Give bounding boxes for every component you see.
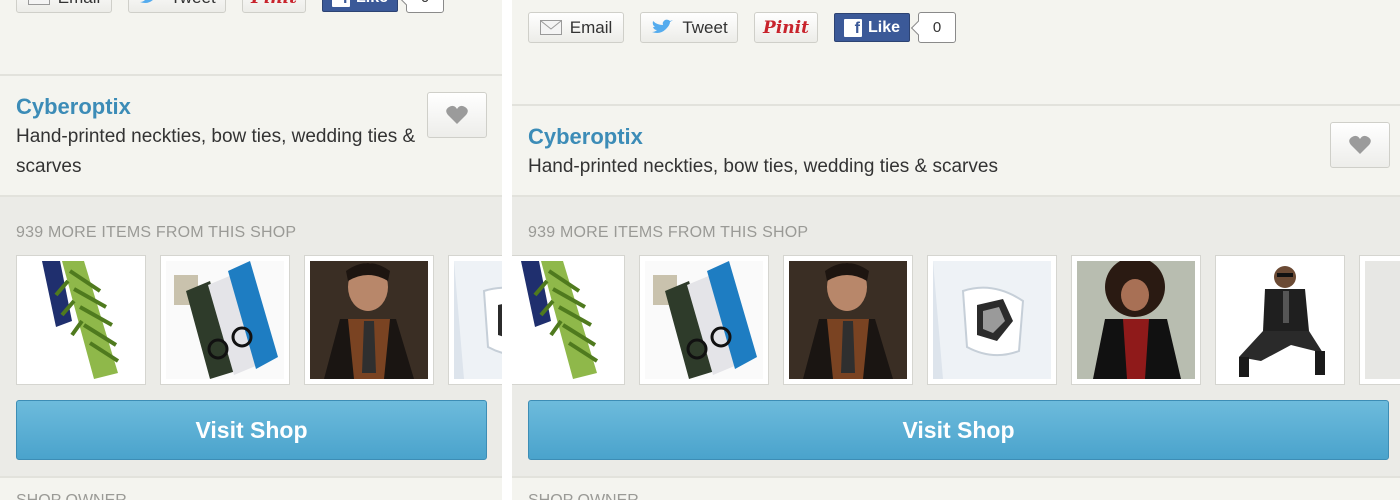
shop-name-link[interactable]: Cyberoptix (16, 94, 131, 120)
item-image (454, 261, 502, 379)
facebook-icon: f (843, 18, 862, 37)
narrow-layout-panel: Email Tweet Pinit f Like 0 Cyberoptix Ha… (0, 0, 502, 500)
pinterest-label: Pinit (763, 17, 809, 38)
item-image (1077, 261, 1195, 379)
facebook-like-button[interactable]: f Like (322, 0, 398, 12)
like-label: Like (356, 0, 388, 7)
pinterest-share-button[interactable]: Pinit (754, 12, 818, 43)
shop-description: Hand-printed neckties, bow ties, wedding… (16, 126, 416, 177)
item-thumbnail[interactable] (448, 255, 502, 385)
item-thumbnails (16, 255, 502, 385)
item-image (789, 261, 907, 379)
facebook-icon: f (331, 0, 350, 7)
divider (512, 104, 1400, 106)
pinterest-label: Pinit (251, 0, 297, 8)
like-count: 0 (918, 12, 956, 43)
item-image (1365, 261, 1400, 379)
more-items-label: 939 MORE ITEMS FROM THIS SHOP (528, 224, 809, 241)
item-thumbnails (512, 255, 1400, 385)
tweet-share-button[interactable]: Tweet (640, 12, 738, 43)
email-label: Email (58, 0, 101, 8)
pinterest-share-button[interactable]: Pinit (242, 0, 306, 13)
visit-shop-button[interactable]: Visit Shop (16, 400, 487, 460)
item-image (166, 261, 284, 379)
envelope-icon (27, 0, 50, 5)
tweet-label: Tweet (170, 0, 215, 8)
item-image (1221, 261, 1339, 379)
item-image (645, 261, 763, 379)
item-thumbnail[interactable] (512, 255, 625, 385)
email-label: Email (569, 17, 613, 37)
visit-shop-button[interactable]: Visit Shop (528, 400, 1389, 460)
item-thumbnail[interactable] (16, 255, 146, 385)
favorite-shop-button[interactable] (427, 92, 487, 138)
heart-icon (446, 105, 468, 124)
tweet-share-button[interactable]: Tweet (128, 0, 226, 13)
heart-icon (1349, 135, 1371, 154)
item-thumbnail[interactable] (927, 255, 1057, 385)
like-count-value: 0 (421, 0, 429, 6)
item-thumbnail[interactable] (639, 255, 769, 385)
tweet-label: Tweet (682, 17, 728, 37)
twitter-bird-icon (650, 19, 674, 37)
item-thumbnail[interactable] (1215, 255, 1345, 385)
divider (0, 74, 502, 76)
item-thumbnail[interactable] (160, 255, 290, 385)
item-thumbnail[interactable] (304, 255, 434, 385)
divider (0, 476, 502, 478)
item-thumbnail[interactable] (783, 255, 913, 385)
shop-description: Hand-printed neckties, bow ties, wedding… (528, 156, 998, 177)
email-share-button[interactable]: Email (16, 0, 112, 13)
item-thumbnail[interactable] (1071, 255, 1201, 385)
favorite-shop-button[interactable] (1330, 122, 1390, 168)
share-row: Email Tweet Pinit f Like 0 (528, 12, 956, 43)
like-count-value: 0 (932, 19, 942, 36)
share-row: Email Tweet Pinit f Like 0 (16, 0, 444, 13)
item-image (22, 261, 140, 379)
shop-name-link[interactable]: Cyberoptix (528, 124, 643, 150)
like-count: 0 (406, 0, 444, 13)
shop-owner-label: SHOP OWNER (528, 492, 639, 500)
item-image (512, 261, 619, 379)
divider (512, 476, 1400, 478)
like-label: Like (867, 18, 900, 36)
twitter-bird-icon (138, 0, 162, 7)
item-image (310, 261, 428, 379)
wide-layout-panel: Email Tweet Pinit f Like 0 Cyberoptix Ha… (512, 0, 1400, 500)
item-image (933, 261, 1051, 379)
email-share-button[interactable]: Email (528, 12, 624, 43)
more-items-label: 939 MORE ITEMS FROM THIS SHOP (16, 224, 297, 241)
shop-owner-label: SHOP OWNER (16, 492, 127, 500)
envelope-icon (539, 20, 562, 35)
item-thumbnail[interactable] (1359, 255, 1400, 385)
facebook-like-button[interactable]: f Like (834, 13, 910, 42)
